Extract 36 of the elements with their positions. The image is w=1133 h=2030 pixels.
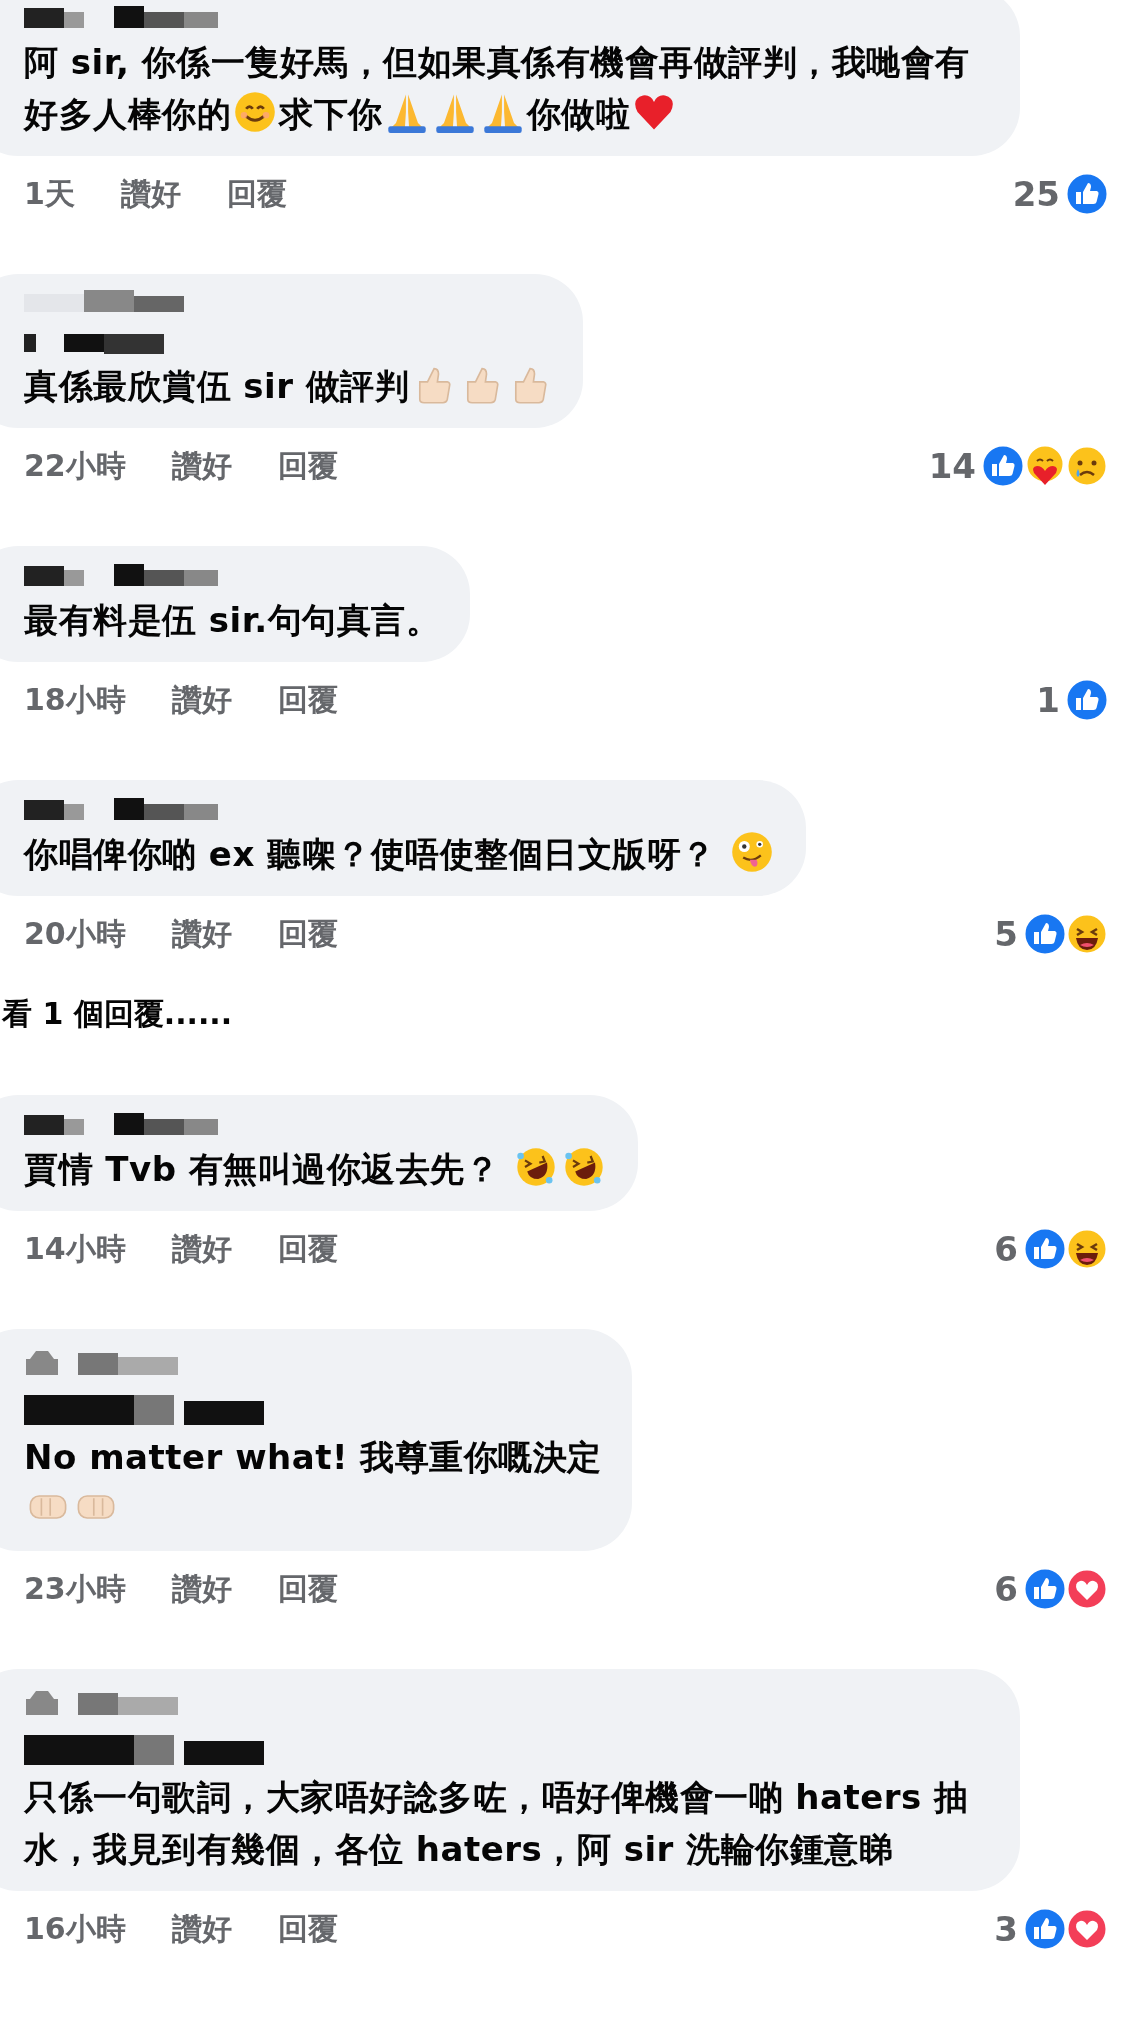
reaction-count: 14 (928, 446, 976, 486)
like-link[interactable]: 讚好 (171, 445, 232, 487)
comment-time: 14小時 (24, 1229, 126, 1268)
comment-text: 最有料是伍 sir.句句真言。 (24, 599, 441, 642)
comment-text: 你唱俾你啲 ex 聽㗎？使唔使整個日文版呀？ (24, 828, 776, 880)
comment-time: 18小時 (24, 680, 126, 719)
reply-link[interactable]: 回覆 (226, 173, 287, 215)
like-link[interactable]: 讚好 (171, 1908, 232, 1950)
reply-link[interactable]: 回覆 (277, 1568, 338, 1610)
comment-text: 只係一句歌詞，大家唔好諗多咗，唔好俾機會一啲 haters 抽水，我見到有幾個，各位 haters，阿 sir 洗輪你鍾意睇 (24, 1776, 970, 1871)
like-link[interactable]: 讚好 (171, 1228, 232, 1270)
reply-link[interactable]: 回覆 (277, 1228, 338, 1270)
reaction-count: 6 (994, 1569, 1018, 1609)
reaction-count: 5 (994, 914, 1018, 954)
comment-text: No matter what! 我尊重你嘅決定 (24, 1431, 602, 1535)
like-link[interactable]: 讚好 (171, 1568, 232, 1610)
reply-link[interactable]: 回覆 (277, 913, 338, 955)
comment-text: 真係最欣賞伍 sir 做評判 (24, 360, 554, 412)
reaction-count: 25 (1012, 174, 1060, 214)
comment-time: 22小時 (24, 446, 126, 485)
reaction-count: 6 (994, 1229, 1018, 1269)
comment-time: 16小時 (24, 1909, 126, 1948)
view-replies-link[interactable]: 看 1 個回覆...... (2, 994, 233, 1035)
comment-time: 1天 (24, 174, 75, 213)
like-link[interactable]: 讚好 (171, 679, 232, 721)
reply-link[interactable]: 回覆 (277, 1908, 338, 1950)
reply-link[interactable]: 回覆 (277, 679, 338, 721)
comment-time: 20小時 (24, 914, 126, 953)
like-link[interactable]: 讚好 (120, 173, 181, 215)
comment-text: 賈情 Tvb 有無叫過你返去先？ (24, 1143, 608, 1195)
comment-text: 阿 sir, 你係一隻好馬，但如果真係有機會再做評判，我哋會有好多人棒你的 求下你 你做啦 (24, 41, 971, 136)
reply-link[interactable]: 回覆 (277, 445, 338, 487)
reaction-count: 1 (1036, 680, 1060, 720)
comment-time: 23小時 (24, 1569, 126, 1608)
reaction-count: 3 (994, 1909, 1018, 1949)
like-link[interactable]: 讚好 (171, 913, 232, 955)
